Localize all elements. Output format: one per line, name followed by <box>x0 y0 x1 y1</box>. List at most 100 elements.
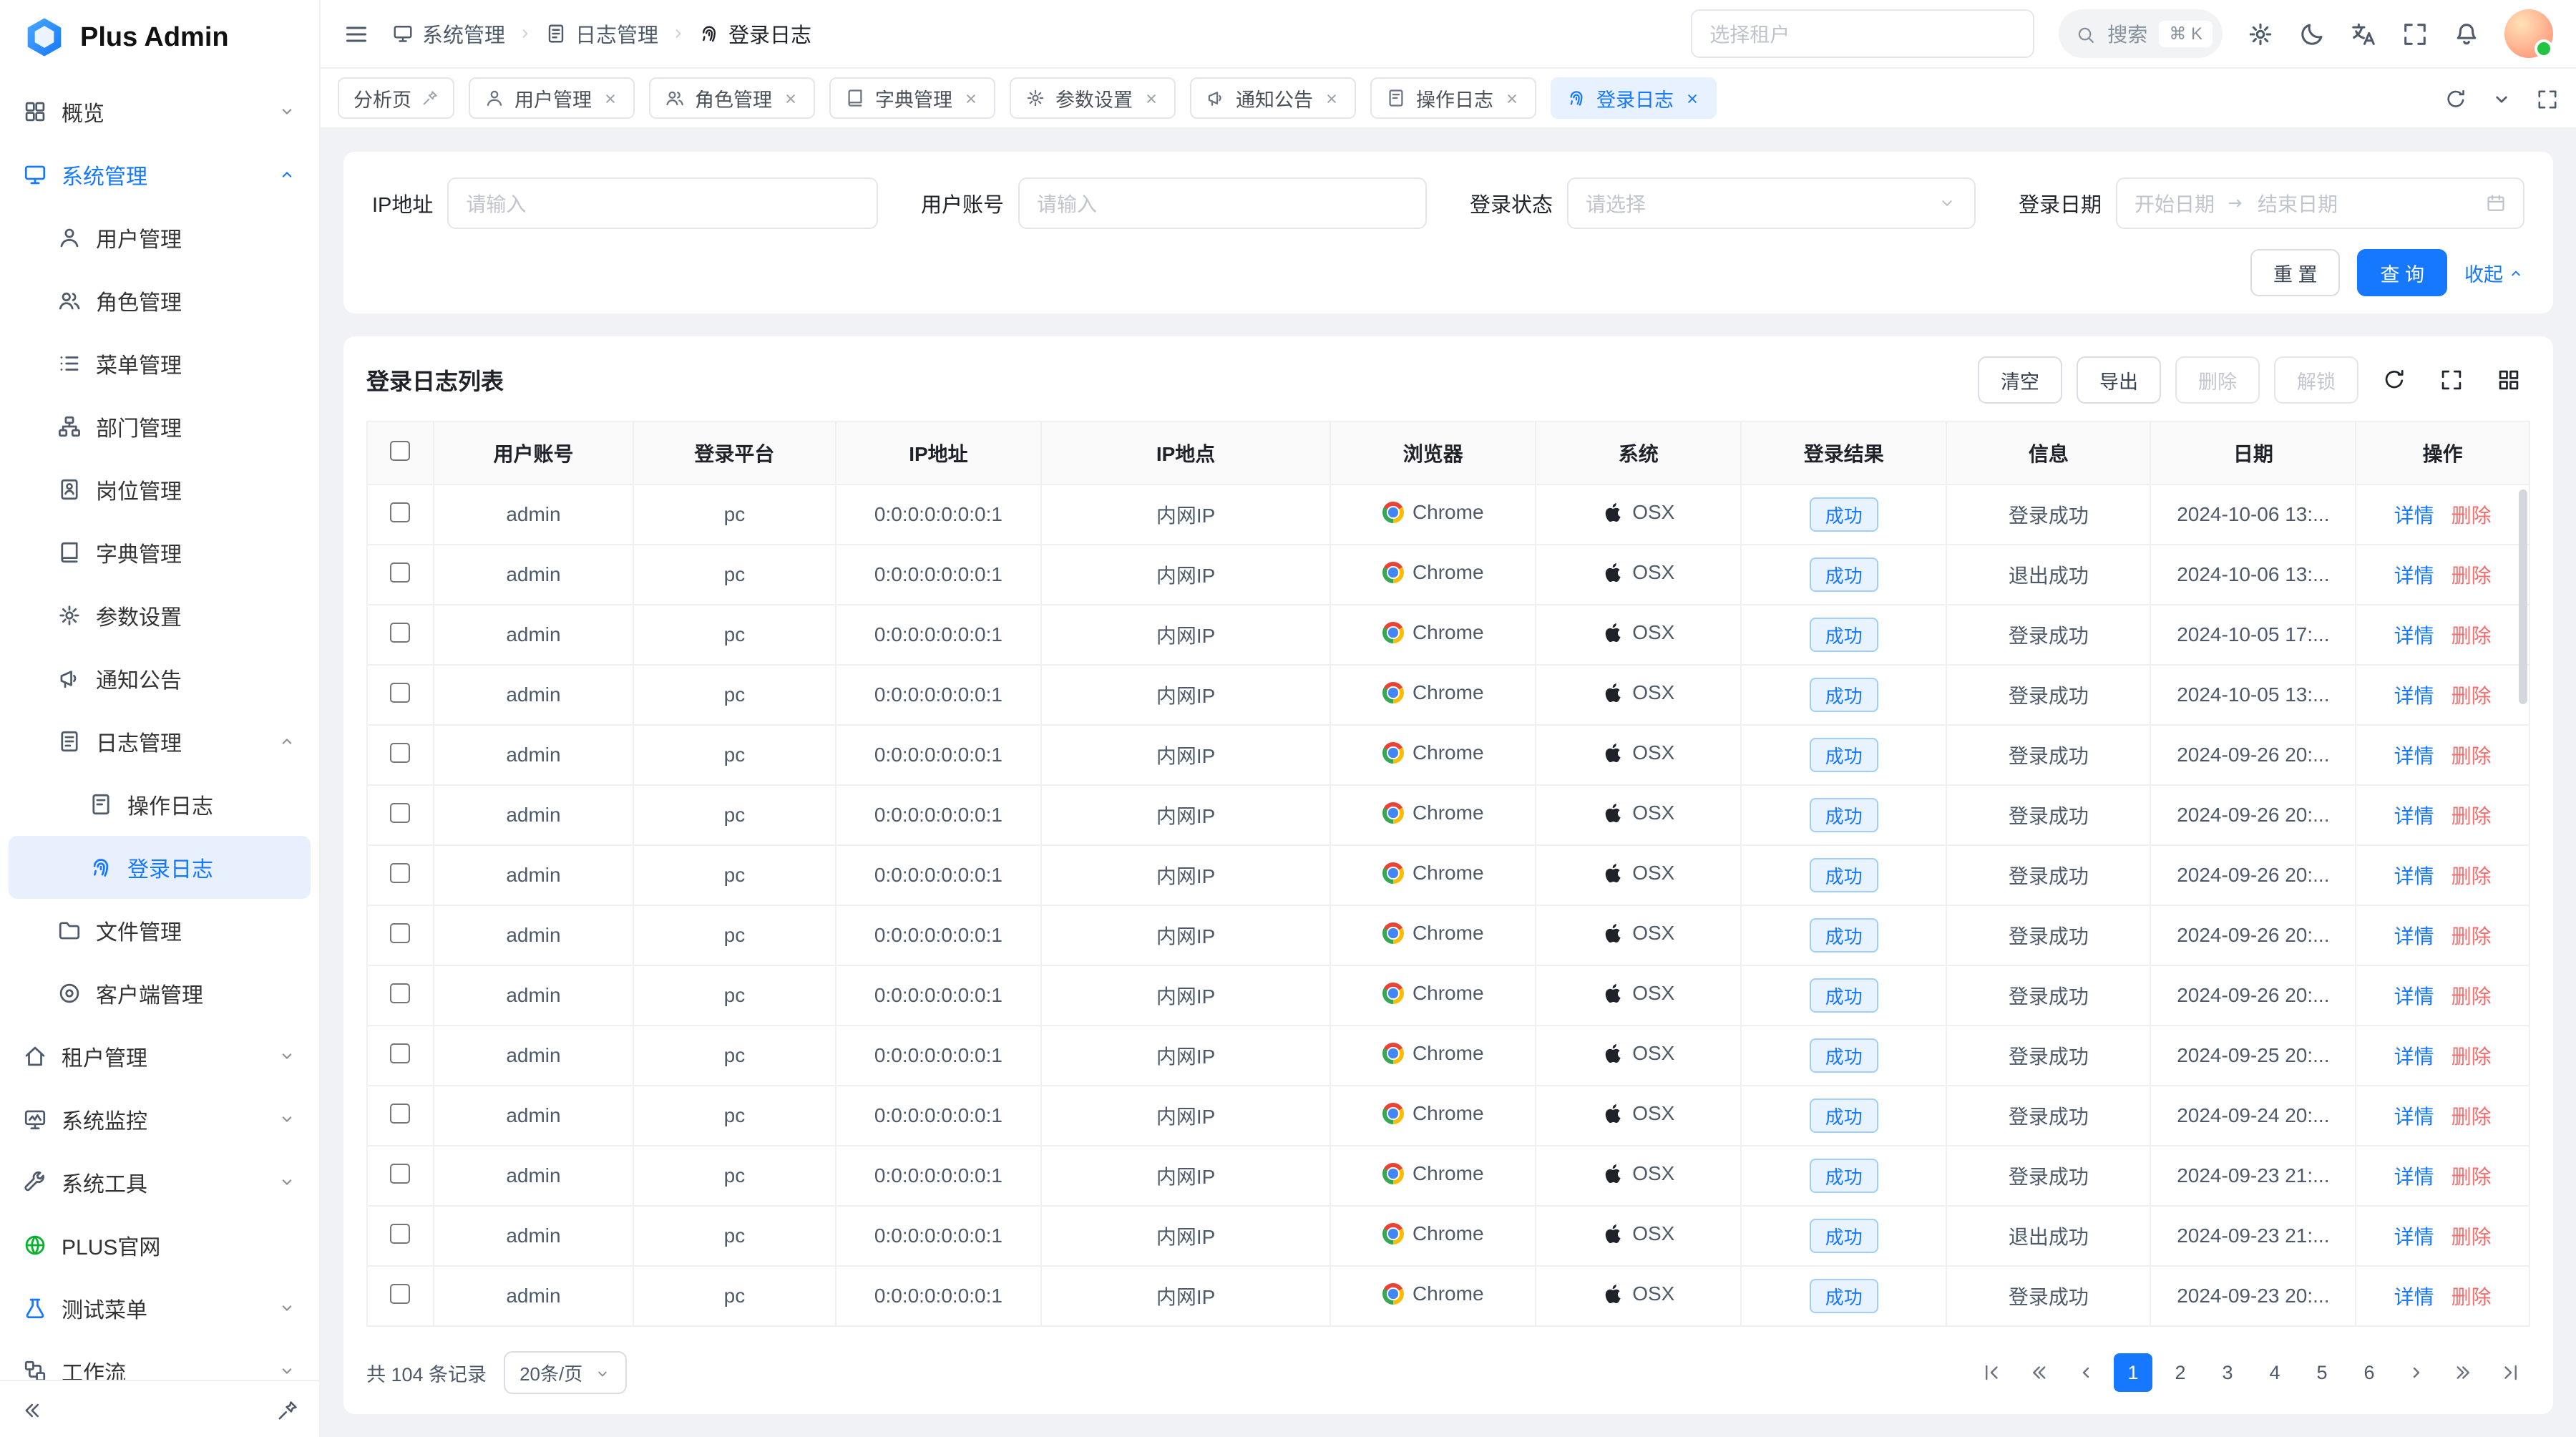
user-avatar[interactable] <box>2504 9 2553 58</box>
sidebar-item[interactable]: 日志管理 <box>0 710 319 773</box>
row-checkbox[interactable] <box>390 803 410 823</box>
tab-close-button[interactable] <box>1323 87 1340 109</box>
app-logo[interactable]: Plus Admin <box>0 0 319 74</box>
delete-link[interactable]: 删除 <box>2451 565 2492 587</box>
breadcrumb-item[interactable]: 登录日志 <box>698 19 811 49</box>
sidebar-pin-button[interactable] <box>276 1396 299 1423</box>
theme-toggle-button[interactable] <box>2298 19 2326 48</box>
pagination-jump-forward[interactable] <box>2444 1353 2483 1392</box>
tab[interactable]: 参数设置 <box>1010 77 1176 119</box>
filter-input[interactable]: 请输入 <box>1018 177 1427 229</box>
pagination-page[interactable]: 6 <box>2350 1353 2389 1392</box>
delete-link[interactable]: 删除 <box>2451 1286 2492 1308</box>
row-checkbox[interactable] <box>390 1164 410 1184</box>
breadcrumb-item[interactable]: 系统管理 <box>392 19 505 49</box>
delete-link[interactable]: 删除 <box>2451 505 2492 527</box>
row-checkbox[interactable] <box>390 1224 410 1244</box>
menu-toggle-button[interactable] <box>343 20 369 48</box>
tab-close-button[interactable] <box>602 87 619 109</box>
sidebar-item[interactable]: 系统管理 <box>0 143 319 206</box>
row-checkbox[interactable] <box>390 923 410 943</box>
delete-button[interactable]: 删除 <box>2175 356 2260 404</box>
pagination-page[interactable]: 5 <box>2303 1353 2341 1392</box>
detail-link[interactable]: 详情 <box>2394 745 2434 767</box>
detail-link[interactable]: 详情 <box>2394 925 2434 948</box>
row-checkbox[interactable] <box>390 623 410 643</box>
sidebar-item[interactable]: 文件管理 <box>0 899 319 962</box>
date-range-picker[interactable]: 开始日期结束日期 <box>2116 177 2524 229</box>
delete-link[interactable]: 删除 <box>2451 805 2492 827</box>
filter-input[interactable]: 请输入 <box>447 177 878 229</box>
sidebar-item[interactable]: 岗位管理 <box>0 458 319 521</box>
sidebar-item[interactable]: 通知公告 <box>0 647 319 710</box>
notifications-button[interactable] <box>2453 19 2480 48</box>
sidebar-item[interactable]: 部门管理 <box>0 395 319 458</box>
tab[interactable]: 分析页 <box>338 77 454 119</box>
sidebar-item[interactable]: 登录日志 <box>9 836 311 899</box>
page-size-select[interactable]: 20条/页 <box>504 1351 627 1394</box>
pagination-prev[interactable] <box>2067 1353 2105 1392</box>
detail-link[interactable]: 详情 <box>2394 1286 2434 1308</box>
delete-link[interactable]: 删除 <box>2451 1166 2492 1188</box>
collapse-filters-link[interactable]: 收起 <box>2464 259 2524 287</box>
row-checkbox[interactable] <box>390 1284 410 1304</box>
table-fullscreen-button[interactable] <box>2430 359 2473 401</box>
row-checkbox[interactable] <box>390 1043 410 1063</box>
sidebar-item[interactable]: 系统监控 <box>0 1088 319 1151</box>
select-all-checkbox[interactable] <box>390 441 410 461</box>
row-checkbox[interactable] <box>390 502 410 522</box>
detail-link[interactable]: 详情 <box>2394 805 2434 827</box>
filter-select[interactable]: 请选择 <box>1567 177 1976 229</box>
sidebar-item[interactable]: 系统工具 <box>0 1151 319 1214</box>
sidebar-item[interactable]: 操作日志 <box>0 773 319 836</box>
detail-link[interactable]: 详情 <box>2394 865 2434 887</box>
pagination-jump-back[interactable] <box>2019 1353 2058 1392</box>
detail-link[interactable]: 详情 <box>2394 1106 2434 1128</box>
reset-button[interactable]: 重 置 <box>2250 249 2341 296</box>
row-checkbox[interactable] <box>390 983 410 1003</box>
tenant-select[interactable]: 选择租户 <box>1691 9 2034 58</box>
row-checkbox[interactable] <box>390 683 410 703</box>
delete-link[interactable]: 删除 <box>2451 1106 2492 1128</box>
delete-link[interactable]: 删除 <box>2451 985 2492 1008</box>
detail-link[interactable]: 详情 <box>2394 685 2434 707</box>
pagination-page[interactable]: 2 <box>2161 1353 2200 1392</box>
table-scrollbar[interactable] <box>2519 489 2527 704</box>
delete-link[interactable]: 删除 <box>2451 745 2492 767</box>
sidebar-item[interactable]: 测试菜单 <box>0 1277 319 1340</box>
sidebar-item[interactable]: 角色管理 <box>0 269 319 332</box>
sidebar-item[interactable]: 参数设置 <box>0 584 319 647</box>
pagination-next[interactable] <box>2397 1353 2436 1392</box>
query-button[interactable]: 查 询 <box>2357 249 2447 296</box>
tab[interactable]: 登录日志 <box>1551 77 1717 119</box>
content-fullscreen-button[interactable] <box>2536 85 2559 112</box>
row-checkbox[interactable] <box>390 743 410 763</box>
sidebar-item[interactable]: 用户管理 <box>0 206 319 269</box>
language-button[interactable] <box>2350 19 2377 48</box>
delete-link[interactable]: 删除 <box>2451 1226 2492 1248</box>
detail-link[interactable]: 详情 <box>2394 1166 2434 1188</box>
tab[interactable]: 操作日志 <box>1370 77 1536 119</box>
detail-link[interactable]: 详情 <box>2394 1046 2434 1068</box>
export-button[interactable]: 导出 <box>2077 356 2161 404</box>
tab-close-button[interactable] <box>962 87 980 109</box>
delete-link[interactable]: 删除 <box>2451 925 2492 948</box>
sidebar-item[interactable]: 概览 <box>0 80 319 143</box>
breadcrumb-item[interactable]: 日志管理 <box>545 19 658 49</box>
sidebar-item[interactable]: 工作流 <box>0 1340 319 1380</box>
sidebar-collapse-button[interactable] <box>20 1396 43 1423</box>
sidebar-item[interactable]: 字典管理 <box>0 521 319 584</box>
column-settings-button[interactable] <box>2487 359 2530 401</box>
tab[interactable]: 通知公告 <box>1190 77 1356 119</box>
row-checkbox[interactable] <box>390 562 410 583</box>
tab[interactable]: 用户管理 <box>469 77 635 119</box>
global-search[interactable]: 搜索 ⌘ K <box>2059 9 2223 58</box>
sidebar-item[interactable]: 客户端管理 <box>0 962 319 1025</box>
detail-link[interactable]: 详情 <box>2394 985 2434 1008</box>
settings-button[interactable] <box>2247 19 2274 48</box>
sidebar-item[interactable]: PLUS官网 <box>0 1214 319 1277</box>
row-checkbox[interactable] <box>390 863 410 883</box>
pagination-last[interactable] <box>2492 1353 2530 1392</box>
tab-close-button[interactable] <box>1143 87 1160 109</box>
refresh-tab-button[interactable] <box>2444 85 2467 112</box>
